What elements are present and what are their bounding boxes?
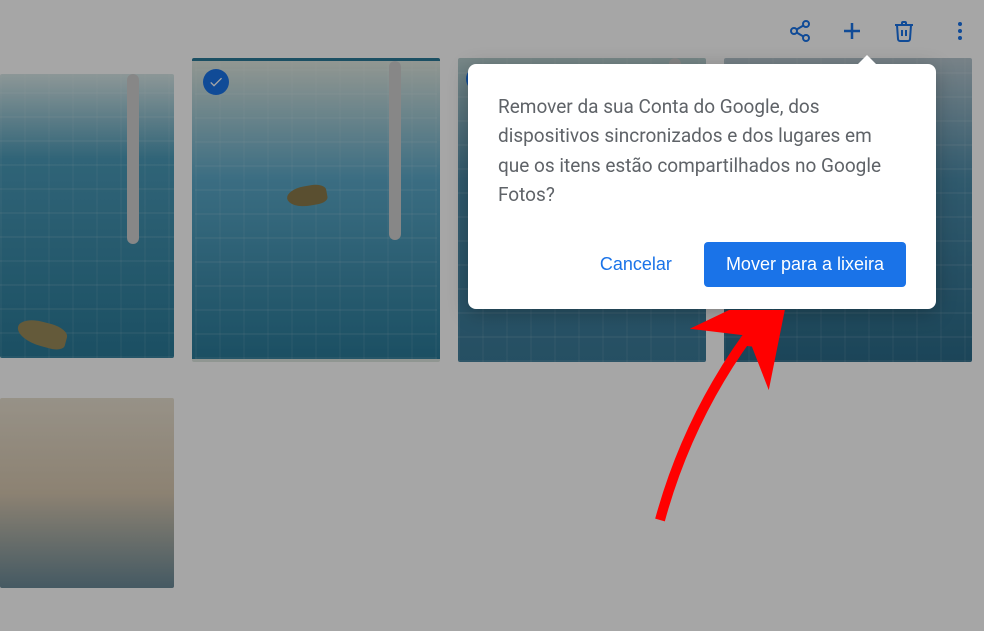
dialog-actions: Cancelar Mover para a lixeira	[498, 242, 906, 287]
cancel-button[interactable]: Cancelar	[588, 244, 684, 285]
dialog-pointer	[856, 55, 878, 66]
dialog-message: Remover da sua Conta do Google, dos disp…	[498, 92, 906, 210]
confirm-delete-dialog: Remover da sua Conta do Google, dos disp…	[468, 64, 936, 309]
move-to-trash-button[interactable]: Mover para a lixeira	[704, 242, 906, 287]
